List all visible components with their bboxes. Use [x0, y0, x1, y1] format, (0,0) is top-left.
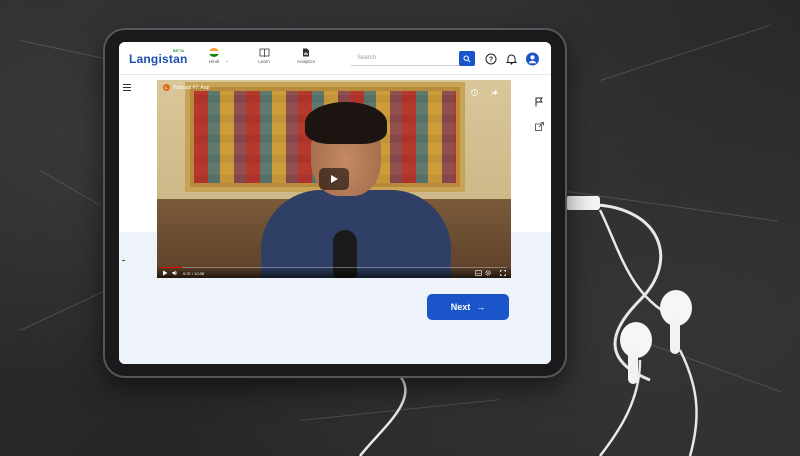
- play-button[interactable]: [319, 168, 349, 190]
- search-icon: [463, 55, 471, 62]
- channel-avatar[interactable]: L: [163, 84, 170, 91]
- search-input[interactable]: Search: [351, 51, 459, 66]
- nav-learn[interactable]: Learn: [253, 48, 275, 64]
- watch-later-button[interactable]: [471, 83, 478, 101]
- report-flag-button[interactable]: [535, 94, 544, 112]
- beta-badge: BETA: [173, 48, 185, 53]
- video-progress-bar[interactable]: [161, 267, 507, 268]
- video-title[interactable]: Podcast #7: Aap: [173, 85, 209, 91]
- play-small-icon[interactable]: [162, 270, 168, 276]
- language-selector[interactable]: Hindi ⌄: [203, 48, 229, 64]
- document-chart-icon: [303, 48, 309, 57]
- video-progress-fill: [161, 267, 182, 268]
- help-button[interactable]: ?: [484, 52, 497, 65]
- share-video-button[interactable]: [491, 83, 498, 101]
- logo-text: Langistan: [129, 52, 188, 66]
- nav-analytics[interactable]: Analytics: [293, 48, 319, 64]
- profile-button[interactable]: [526, 52, 539, 65]
- logo[interactable]: Langistan BETA: [129, 48, 188, 66]
- chevron-down-icon: ⌄: [225, 58, 230, 64]
- video-title-bar: L Podcast #7: Aap: [163, 84, 209, 91]
- video-player[interactable]: L Podcast #7: Aap 0:37 / 10:38: [157, 80, 511, 278]
- share-button[interactable]: [535, 118, 544, 136]
- search-button[interactable]: [459, 51, 475, 66]
- tablet-device: Langistan BETA Hindi ⌄ Learn Analytics S…: [105, 30, 565, 376]
- book-icon: [259, 48, 269, 57]
- video-time: 0:37 / 10:38: [183, 271, 205, 276]
- video-person-hair: [305, 102, 387, 144]
- panel-dash: [122, 260, 125, 261]
- side-tools: [535, 94, 544, 136]
- volume-icon[interactable]: [172, 270, 178, 276]
- bell-icon: [506, 54, 517, 65]
- arrow-right-icon: →: [476, 302, 486, 312]
- hamburger-menu-button[interactable]: [123, 78, 131, 96]
- share-arrow-icon: [491, 90, 498, 96]
- play-icon: [331, 175, 338, 183]
- video-controls: 0:37 / 10:38: [157, 266, 511, 278]
- settings-gear-icon[interactable]: [485, 270, 491, 276]
- nav-analytics-label: Analytics: [296, 59, 315, 64]
- next-button-label: Next: [450, 302, 471, 312]
- help-icon: ?: [485, 53, 496, 64]
- app-screen: Langistan BETA Hindi ⌄ Learn Analytics S…: [119, 42, 551, 364]
- top-navigation-bar: Langistan BETA Hindi ⌄ Learn Analytics S…: [119, 42, 551, 75]
- nav-learn-label: Learn: [258, 59, 270, 64]
- menu-icon: [123, 84, 131, 91]
- flag-icon: [535, 97, 543, 107]
- svg-text:?: ?: [488, 56, 492, 63]
- user-avatar-icon: [526, 52, 539, 65]
- subtitles-icon[interactable]: [475, 270, 482, 276]
- share-icon: [535, 122, 544, 131]
- notifications-button[interactable]: [505, 52, 518, 65]
- india-flag-icon: [209, 48, 219, 57]
- next-button[interactable]: Next →: [427, 294, 509, 320]
- language-label: Hindi: [208, 59, 220, 64]
- clock-icon: [471, 89, 478, 96]
- fullscreen-icon[interactable]: [500, 270, 506, 276]
